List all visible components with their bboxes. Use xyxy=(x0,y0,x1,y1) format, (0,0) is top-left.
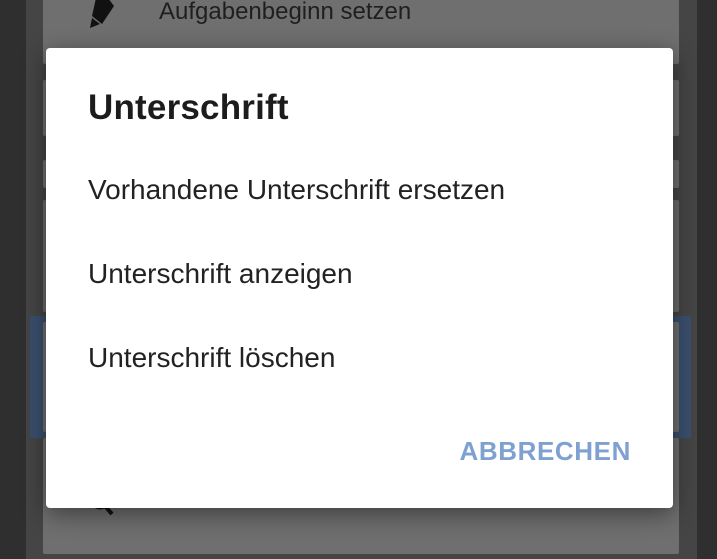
dialog-option-list: Vorhandene Unterschrift ersetzen Untersc… xyxy=(46,148,673,400)
pencil-icon xyxy=(88,0,116,30)
option-delete-signature[interactable]: Unterschrift löschen xyxy=(46,316,673,400)
option-replace-signature[interactable]: Vorhandene Unterschrift ersetzen xyxy=(46,148,673,232)
option-show-signature[interactable]: Unterschrift anzeigen xyxy=(46,232,673,316)
dialog-title: Unterschrift xyxy=(88,88,289,127)
left-edge xyxy=(0,0,26,559)
signature-dialog: Unterschrift Vorhandene Unterschrift ers… xyxy=(46,48,673,508)
task-start-label: Aufgabenbeginn setzen xyxy=(159,0,412,25)
dialog-actions: ABBRECHEN xyxy=(459,436,631,467)
cancel-button[interactable]: ABBRECHEN xyxy=(459,436,631,467)
option-label: Vorhandene Unterschrift ersetzen xyxy=(88,174,506,205)
option-label: Unterschrift löschen xyxy=(88,342,336,373)
option-label: Unterschrift anzeigen xyxy=(88,258,353,289)
task-start-row: Aufgabenbeginn setzen xyxy=(88,0,411,32)
right-edge xyxy=(697,0,717,559)
